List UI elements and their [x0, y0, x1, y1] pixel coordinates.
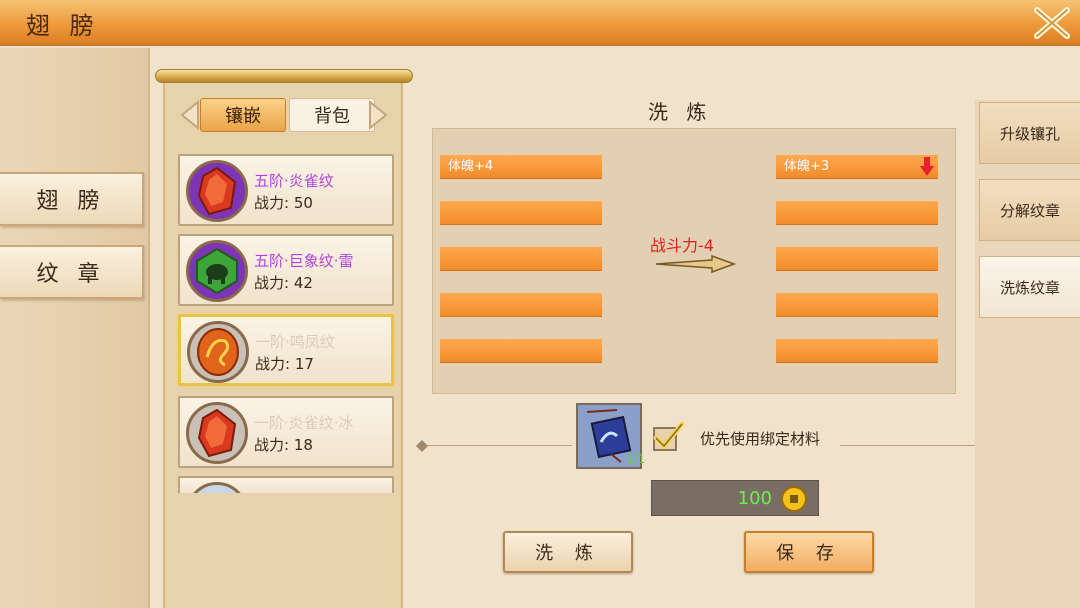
diamond-ornament-icon: [416, 440, 428, 452]
sidebar-tab-emblems[interactable]: 纹 章: [0, 245, 144, 299]
tab-upgrade-socket[interactable]: 升级镶孔: [979, 102, 1080, 164]
current-attr-bar: [440, 293, 602, 317]
gem-slot: [187, 321, 249, 383]
item-power: 战力: 17: [255, 355, 314, 373]
current-attr-bar: 体魄+4: [440, 155, 602, 179]
tab-decompose-emblem[interactable]: 分解纹章: [979, 179, 1080, 241]
chevron-left-icon[interactable]: [178, 100, 200, 130]
current-attr-bar: [440, 339, 602, 363]
new-attr-bar: [776, 247, 938, 271]
coin-icon: [781, 486, 807, 512]
list-item[interactable]: 五阶·炎雀纹 战力: 50: [178, 154, 394, 226]
red-gem-icon: [197, 166, 237, 216]
refine-button[interactable]: 洗 炼: [503, 531, 633, 573]
current-attr-bar: [440, 201, 602, 225]
tab-inlay[interactable]: 镶嵌: [200, 98, 286, 132]
list-item[interactable]: 一阶·炎雀纹·冰 战力: 18: [178, 396, 394, 468]
new-attr-bar: [776, 293, 938, 317]
new-attr-bar: [776, 339, 938, 363]
item-power: 战力: 18: [254, 436, 313, 454]
gem-slot: [186, 240, 248, 302]
cost-value: 100: [737, 488, 772, 509]
decrease-arrow-icon: [920, 157, 934, 176]
arrow-right-icon: [655, 254, 736, 274]
new-attr-bar: [776, 201, 938, 225]
red-gem-icon: [197, 408, 237, 458]
new-attr-text: 体魄+3: [784, 159, 830, 174]
item-name: 一阶·炎雀纹·冰: [254, 414, 354, 432]
current-attr-bar: [440, 247, 602, 271]
prefer-bound-checkbox[interactable]: [650, 420, 686, 454]
material-count: 1/1: [626, 452, 646, 466]
scroll-rod-decoration: [155, 69, 413, 83]
divider-left: [422, 445, 572, 446]
green-elephant-gem-icon: [196, 247, 238, 295]
right-tab-panel: [975, 100, 1080, 608]
left-sidebar: [0, 48, 150, 608]
title-bar: 翅 膀: [0, 0, 1080, 46]
close-button[interactable]: [1032, 4, 1072, 42]
gem-slot: [186, 160, 248, 222]
close-x-icon: [1034, 7, 1070, 39]
list-mask: [165, 493, 401, 608]
tab-bag[interactable]: 背包: [289, 98, 375, 132]
refine-title: 洗 炼: [648, 100, 713, 124]
new-attr-bar: 体魄+3: [776, 155, 938, 179]
list-item[interactable]: 一阶·鸣凤纹 战力: 17: [178, 314, 394, 386]
item-power: 战力: 50: [254, 194, 313, 212]
gem-slot: [186, 402, 248, 464]
item-name: 五阶·巨象纹·雷: [254, 252, 354, 270]
item-power: 战力: 42: [254, 274, 313, 292]
list-item[interactable]: 五阶·巨象纹·雷 战力: 42: [178, 234, 394, 306]
tab-refine-emblem[interactable]: 洗炼纹章: [979, 256, 1080, 318]
phoenix-gem-icon: [197, 328, 239, 376]
item-name: 五阶·炎雀纹: [254, 172, 334, 190]
sidebar-tab-wings[interactable]: 翅 膀: [0, 172, 144, 226]
chevron-right-icon[interactable]: [368, 100, 390, 130]
window-title: 翅 膀: [26, 12, 100, 40]
power-change-text: 战斗力-4: [650, 236, 714, 255]
prefer-bound-label: 优先使用绑定材料: [700, 430, 821, 448]
save-button[interactable]: 保 存: [744, 531, 874, 573]
item-name: 一阶·鸣凤纹: [255, 333, 335, 351]
cost-box: 100: [651, 480, 819, 516]
